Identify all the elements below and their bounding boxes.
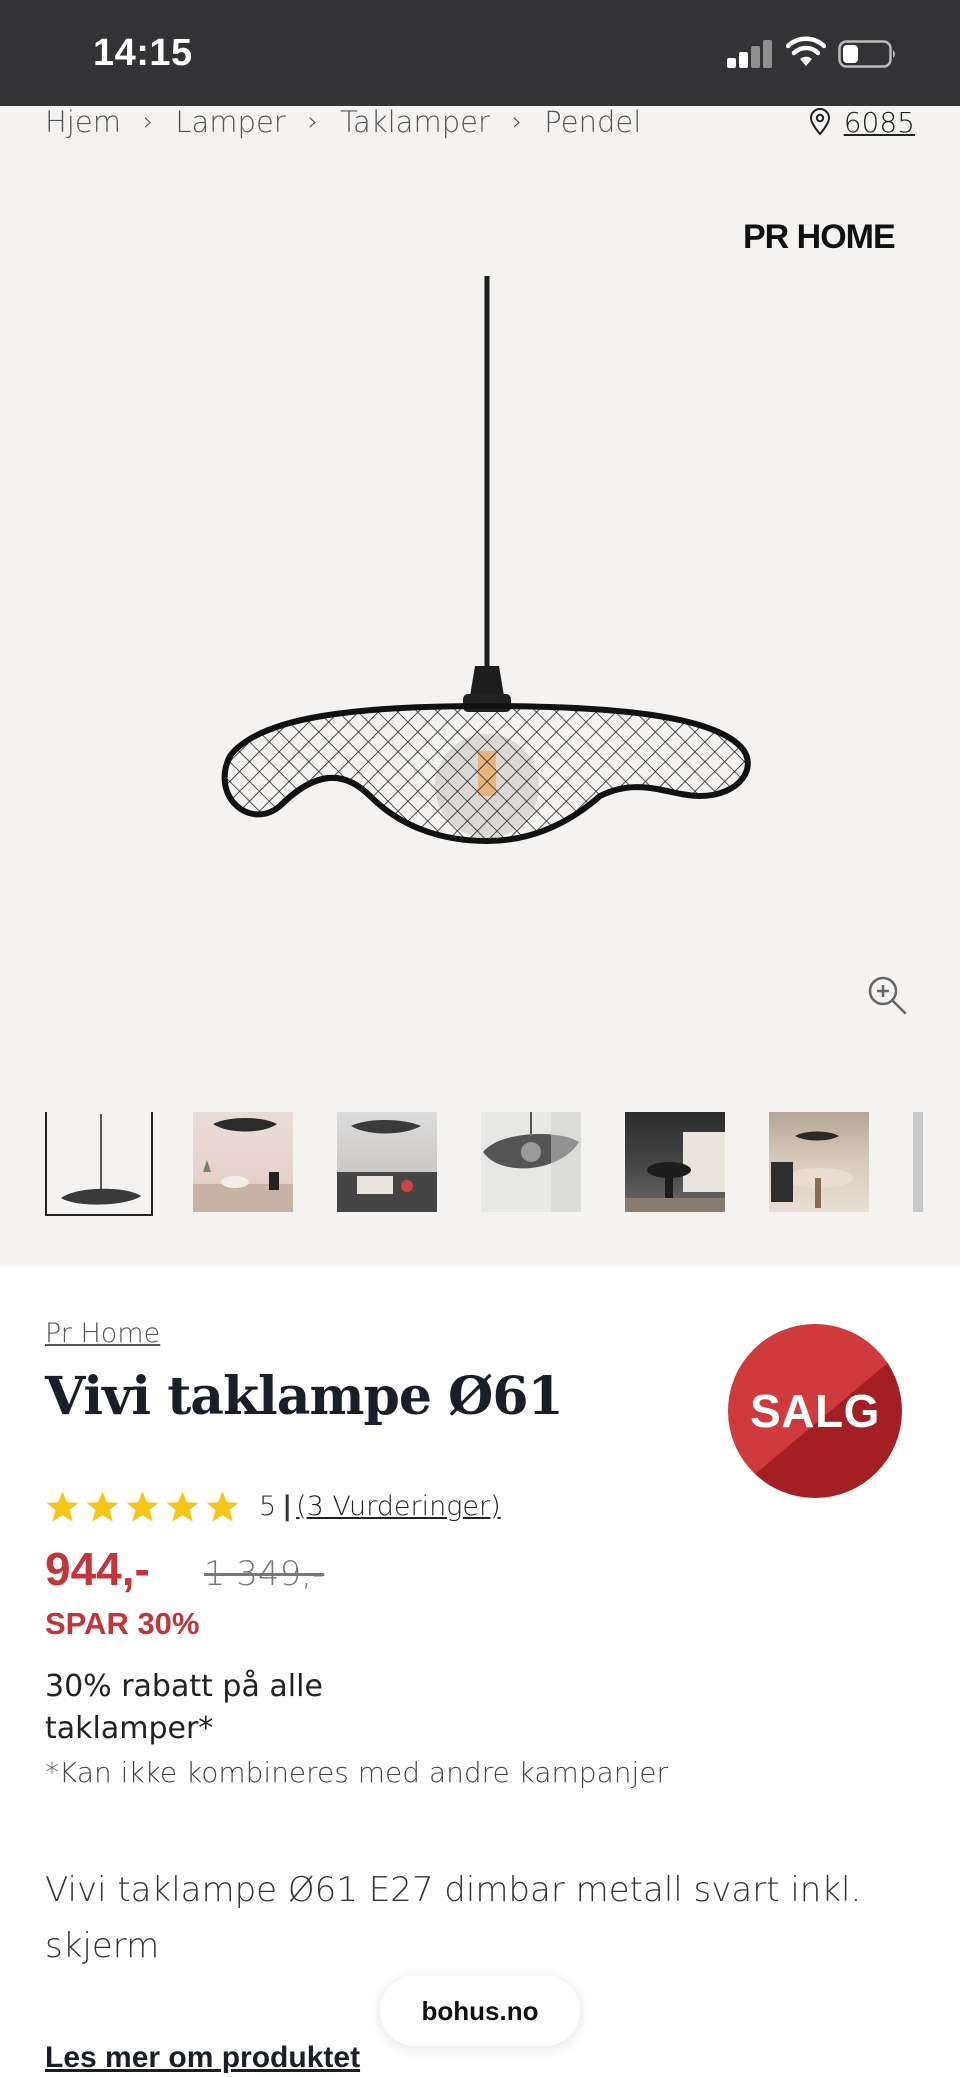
location-pin-icon — [809, 108, 830, 136]
zoom-in-icon[interactable] — [866, 974, 908, 1016]
current-price: 944,- — [45, 1543, 150, 1595]
thumbnail-7[interactable] — [913, 1112, 923, 1212]
wifi-icon — [786, 36, 826, 66]
browser-domain-pill[interactable]: bohus.no — [380, 1976, 580, 2046]
cellular-signal-icon — [727, 40, 772, 68]
product-rating: 5 | (3 Vurderinger) — [45, 1490, 501, 1523]
status-time: 14:15 — [93, 32, 193, 74]
product-image[interactable] — [200, 276, 760, 1096]
sale-badge: SALG — [728, 1324, 902, 1498]
price-row: 944,- 1 349,- — [45, 1542, 324, 1596]
star-icon — [86, 1491, 119, 1522]
rating-score: 5 — [259, 1491, 277, 1522]
chevron-right-icon: › — [142, 107, 154, 137]
brand-logo: PR HOME — [743, 218, 896, 256]
sale-badge-label: SALG — [750, 1385, 880, 1437]
status-bar: 14:15 — [0, 0, 960, 106]
battery-icon — [838, 40, 895, 68]
reviews-link[interactable]: (3 Vurderinger) — [296, 1491, 501, 1522]
rating-stars — [45, 1490, 245, 1523]
promo-text: 30% rabatt på alle taklamper* — [45, 1669, 323, 1746]
thumbnail-2[interactable] — [193, 1112, 293, 1212]
read-more-link[interactable]: Les mer om produktet — [45, 2041, 360, 2075]
discount-label: SPAR 30% — [45, 1606, 200, 1641]
breadcrumb-taklamper[interactable]: Taklamper — [340, 105, 490, 139]
chevron-right-icon: › — [307, 107, 319, 137]
star-icon — [46, 1491, 79, 1522]
star-icon — [166, 1491, 199, 1522]
thumbnail-1[interactable] — [45, 1112, 153, 1216]
product-gallery: Hjem › Lamper › Taklamper › Pendel 6085 … — [0, 105, 960, 1266]
star-icon — [126, 1491, 159, 1522]
thumbnail-5[interactable] — [625, 1112, 725, 1212]
promo-note: *Kan ikke kombineres med andre kampanjer — [45, 1756, 668, 1789]
brand-link[interactable]: Pr Home — [45, 1318, 160, 1349]
breadcrumb: Hjem › Lamper › Taklamper › Pendel — [45, 105, 641, 139]
star-icon — [206, 1491, 239, 1522]
product-title: Vivi taklampe Ø61 — [45, 1366, 564, 1427]
breadcrumb-lamper[interactable]: Lamper — [175, 105, 285, 139]
breadcrumb-pendel[interactable]: Pendel — [544, 105, 641, 139]
product-info: Pr Home Vivi taklampe Ø61 SALG 5 | (3 Vu… — [0, 1266, 960, 2077]
thumbnail-3[interactable] — [337, 1112, 437, 1212]
location-zip[interactable]: 6085 — [844, 106, 915, 139]
product-description: Vivi taklampe Ø61 E27 dimbar metall svar… — [45, 1870, 862, 1966]
thumbnail-strip — [45, 1112, 960, 1218]
thumbnail-6[interactable] — [769, 1112, 869, 1212]
breadcrumb-home[interactable]: Hjem — [45, 105, 121, 139]
chevron-right-icon: › — [511, 107, 523, 137]
rating-separator: | — [282, 1491, 293, 1522]
old-price: 1 349,- — [203, 1554, 325, 1594]
store-location[interactable]: 6085 — [808, 106, 915, 139]
thumbnail-4[interactable] — [481, 1112, 581, 1212]
